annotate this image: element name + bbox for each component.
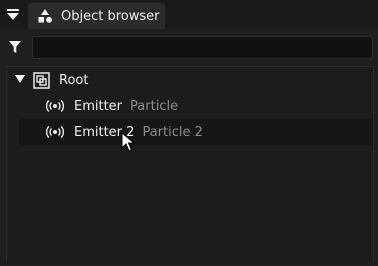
node-type: Particle 2	[142, 124, 203, 140]
node-type: Particle	[130, 98, 179, 114]
node-name: Emitter 2	[74, 124, 135, 140]
tab-label: Object browser	[61, 8, 160, 24]
tree-node-emitter[interactable]: Emitter Particle	[7, 93, 373, 119]
emitter-icon	[46, 123, 64, 141]
expand-arrow-icon[interactable]	[15, 75, 25, 83]
object-browser-panel: Object browser Root Emitter Particle Emi…	[0, 0, 378, 266]
filter-row	[0, 29, 378, 63]
tree-node-root[interactable]: Root	[7, 67, 373, 93]
tab-bar: Object browser	[0, 0, 378, 29]
group-icon	[32, 71, 50, 89]
node-name: Root	[59, 72, 89, 88]
collapse-arrow-icon[interactable]	[4, 6, 22, 24]
filter-input[interactable]	[32, 36, 373, 59]
shapes-icon	[36, 7, 54, 25]
emitter-icon	[46, 97, 64, 115]
node-name: Emitter	[74, 98, 123, 114]
tab-object-browser[interactable]: Object browser	[28, 3, 165, 29]
filter-icon[interactable]	[7, 39, 23, 55]
object-tree: Root Emitter Particle Emitter 2 Particle…	[6, 66, 374, 262]
tree-node-emitter-2[interactable]: Emitter 2 Particle 2	[19, 119, 373, 145]
